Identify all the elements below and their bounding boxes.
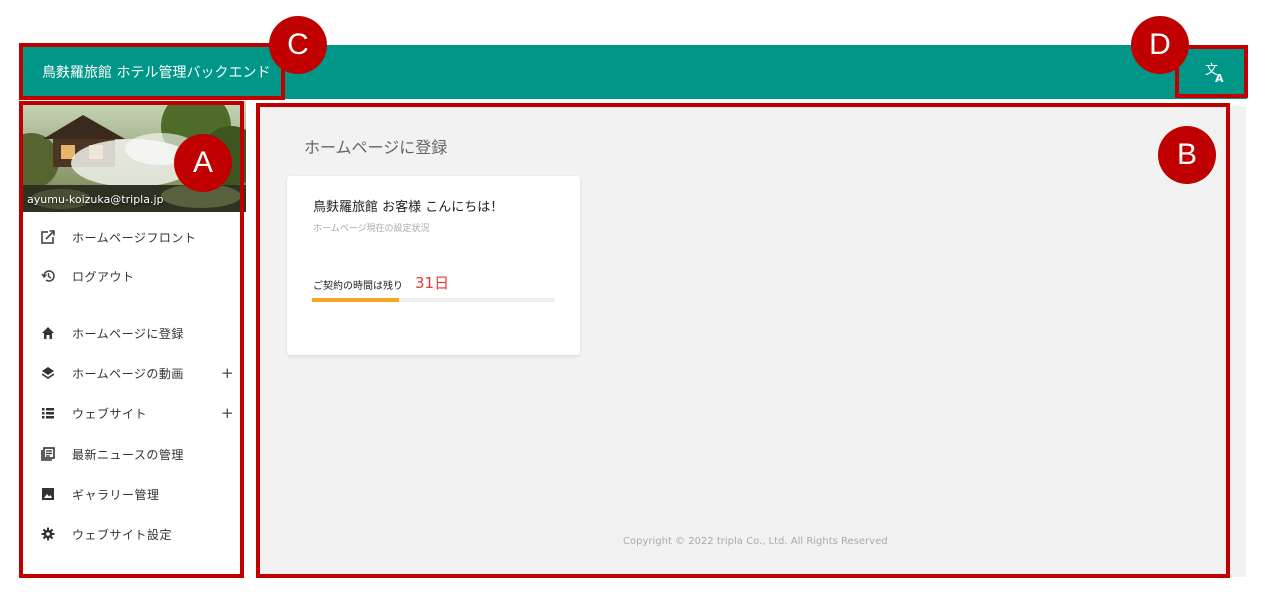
annotation-badge-b: B <box>1158 126 1216 184</box>
annotation-badge-a: A <box>174 134 232 192</box>
annotation-badge-d: D <box>1131 16 1189 74</box>
annotation-frame-c <box>19 43 285 100</box>
annotation-frame-b <box>256 103 1230 578</box>
annotation-badge-c: C <box>269 16 327 74</box>
